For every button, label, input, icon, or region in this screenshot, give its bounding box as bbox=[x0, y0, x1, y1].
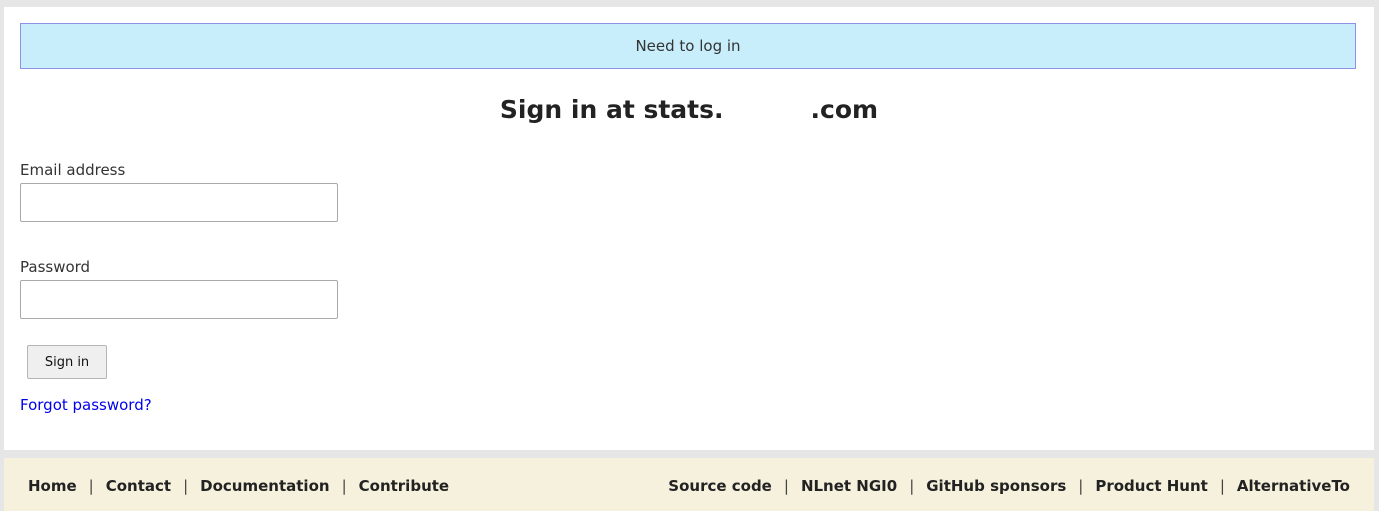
footer: Home | Contact | Documentation | Contrib… bbox=[4, 458, 1374, 511]
forgot-password-link[interactable]: Forgot password? bbox=[20, 396, 152, 414]
footer-link-alternativeto[interactable]: AlternativeTo bbox=[1237, 477, 1350, 495]
footer-link-github-sponsors[interactable]: GitHub sponsors bbox=[926, 477, 1066, 495]
footer-link-nlnet[interactable]: NLnet NGI0 bbox=[801, 477, 897, 495]
email-label: Email address bbox=[20, 161, 126, 179]
page-title: Sign in at stats. .com bbox=[499, 95, 879, 124]
password-label: Password bbox=[20, 258, 91, 276]
footer-separator: | bbox=[183, 477, 189, 495]
footer-separator: | bbox=[88, 477, 94, 495]
footer-separator: | bbox=[909, 477, 915, 495]
login-required-notice: Need to log in bbox=[20, 23, 1356, 69]
footer-separator: | bbox=[1078, 477, 1084, 495]
footer-right-nav: Source code | NLnet NGI0 | GitHub sponso… bbox=[668, 477, 1350, 495]
footer-link-source-code[interactable]: Source code bbox=[668, 477, 772, 495]
footer-link-contribute[interactable]: Contribute bbox=[359, 477, 449, 495]
sign-in-button[interactable]: Sign in bbox=[27, 345, 107, 379]
footer-link-product-hunt[interactable]: Product Hunt bbox=[1095, 477, 1207, 495]
footer-separator: | bbox=[341, 477, 347, 495]
footer-link-contact[interactable]: Contact bbox=[106, 477, 171, 495]
footer-left-nav: Home | Contact | Documentation | Contrib… bbox=[28, 477, 449, 495]
footer-separator: | bbox=[1219, 477, 1225, 495]
footer-link-home[interactable]: Home bbox=[28, 477, 77, 495]
login-card: Need to log in Sign in at stats. .com Em… bbox=[4, 7, 1374, 450]
email-input[interactable] bbox=[20, 183, 338, 222]
notice-text: Need to log in bbox=[635, 37, 741, 55]
footer-separator: | bbox=[783, 477, 789, 495]
password-input[interactable] bbox=[20, 280, 338, 319]
footer-link-documentation[interactable]: Documentation bbox=[200, 477, 329, 495]
